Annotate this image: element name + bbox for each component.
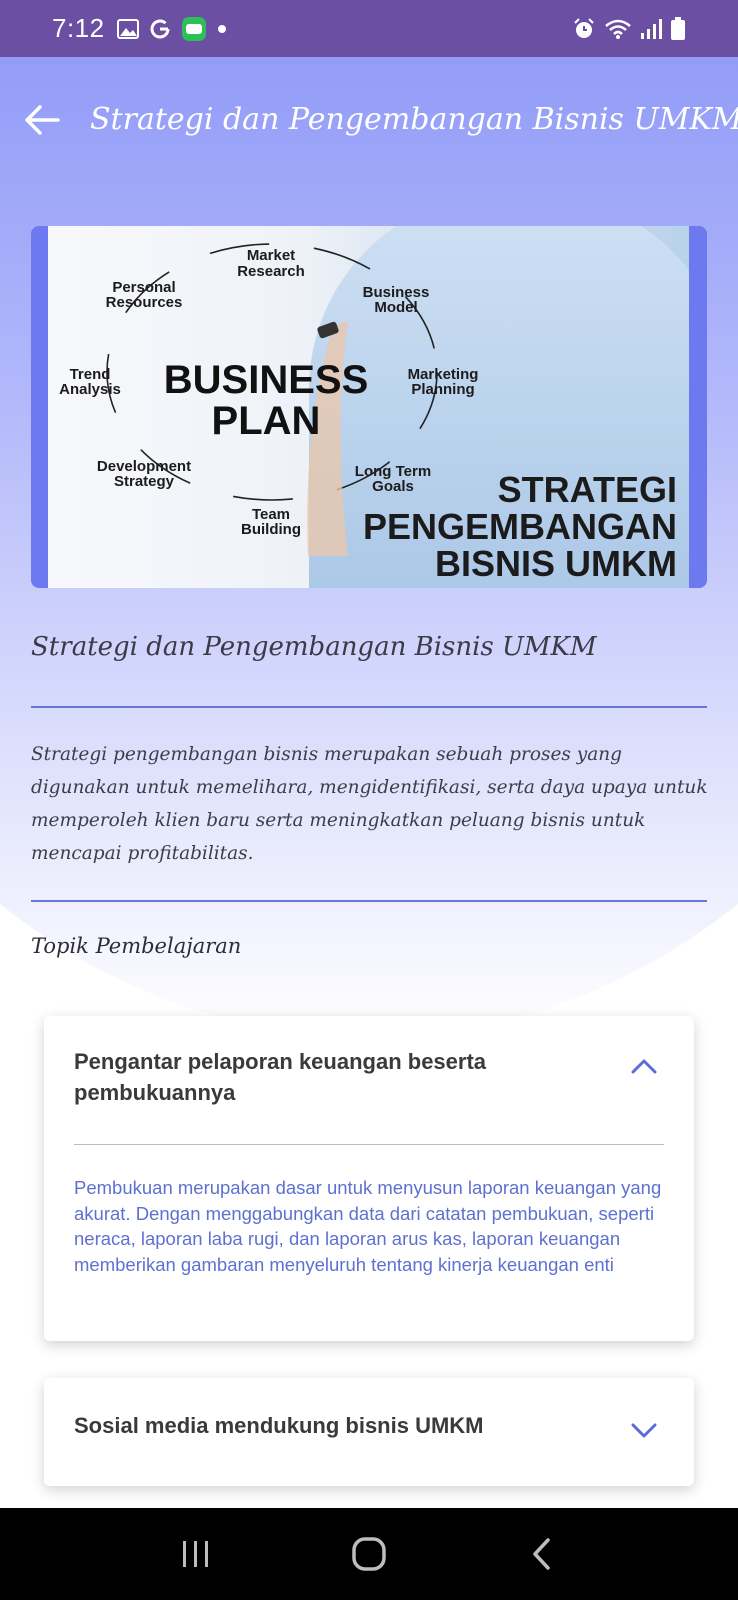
node-development-strategy-2: Strategy [114,473,175,490]
topics-heading: Topik Pembelajaran [31,934,242,958]
node-market-research-2: Research [237,263,305,280]
chevron-down-icon[interactable] [624,1410,664,1450]
topic-card-1: Pengantar pelaporan keuangan beserta pem… [44,1016,694,1341]
node-personal-resources-2: Resources [106,294,183,311]
node-marketing-planning-2: Planning [411,381,474,398]
google-icon [149,18,171,40]
nav-back-button[interactable] [502,1524,582,1584]
banner-caption-line3: BISNIS UMKM [435,543,677,584]
system-nav-bar [0,1508,738,1600]
topic-card-1-body: Pembukuan merupakan dasar untuk menyusun… [74,1177,662,1275]
node-team-building-2: Building [241,521,301,538]
title-divider [31,706,707,708]
banner-caption-line2: PENGEMBANGAN [362,506,677,547]
battery-icon [670,16,686,41]
topic-card-2-title: Sosial media mendukung bisnis UMKM [74,1413,484,1438]
app-bar: Strategi dan Pengembangan Bisnis UMKM [0,57,738,182]
node-trend-analysis-2: Analysis [59,381,121,398]
recent-apps-icon [183,1541,209,1567]
node-market-research-1: Market [247,247,295,264]
topic-card-1-title: Pengantar pelaporan keuangan beserta pem… [74,1049,487,1105]
description-divider [31,900,707,902]
banner-center-line2: PLAN [212,399,321,443]
arrow-left-icon [25,104,60,135]
course-title: Strategi dan Pengembangan Bisnis UMKM [31,632,597,662]
dot-icon [217,24,227,34]
app-bar-title: Strategi dan Pengembangan Bisnis UMKM [90,102,738,137]
banner-caption: STRATEGI PENGEMBANGAN BISNIS UMKM [363,471,677,582]
banner-picture: BUSINESS PLAN Market Research Business M… [48,226,689,588]
wifi-icon [604,18,632,40]
course-description: Strategi pengembangan bisnis merupakan s… [31,744,708,864]
status-bar: 7:12 [0,0,738,57]
recent-apps-button[interactable] [156,1524,236,1584]
gallery-icon [116,18,139,39]
back-button[interactable] [24,90,60,150]
back-icon [532,1538,550,1570]
home-button[interactable] [329,1524,409,1584]
topic-card-2-header[interactable]: Sosial media mendukung bisnis UMKM [44,1378,694,1450]
status-icons-left [116,16,227,42]
course-banner-image: BUSINESS PLAN Market Research Business M… [31,226,707,588]
status-time: 7:12 [52,13,105,43]
topic-card-1-header[interactable]: Pengantar pelaporan keuangan beserta pem… [44,1016,694,1108]
banner-center-line1: BUSINESS [164,358,369,402]
signal-icon [640,18,662,40]
alarm-icon [572,17,596,41]
chevron-up-icon[interactable] [624,1046,664,1086]
app-badge-icon [181,16,207,42]
home-icon [352,1537,386,1571]
topic-card-2: Sosial media mendukung bisnis UMKM [44,1378,694,1486]
banner-caption-line1: STRATEGI [497,469,677,510]
node-business-model-2: Model [374,299,417,316]
status-icons-right [572,16,686,41]
